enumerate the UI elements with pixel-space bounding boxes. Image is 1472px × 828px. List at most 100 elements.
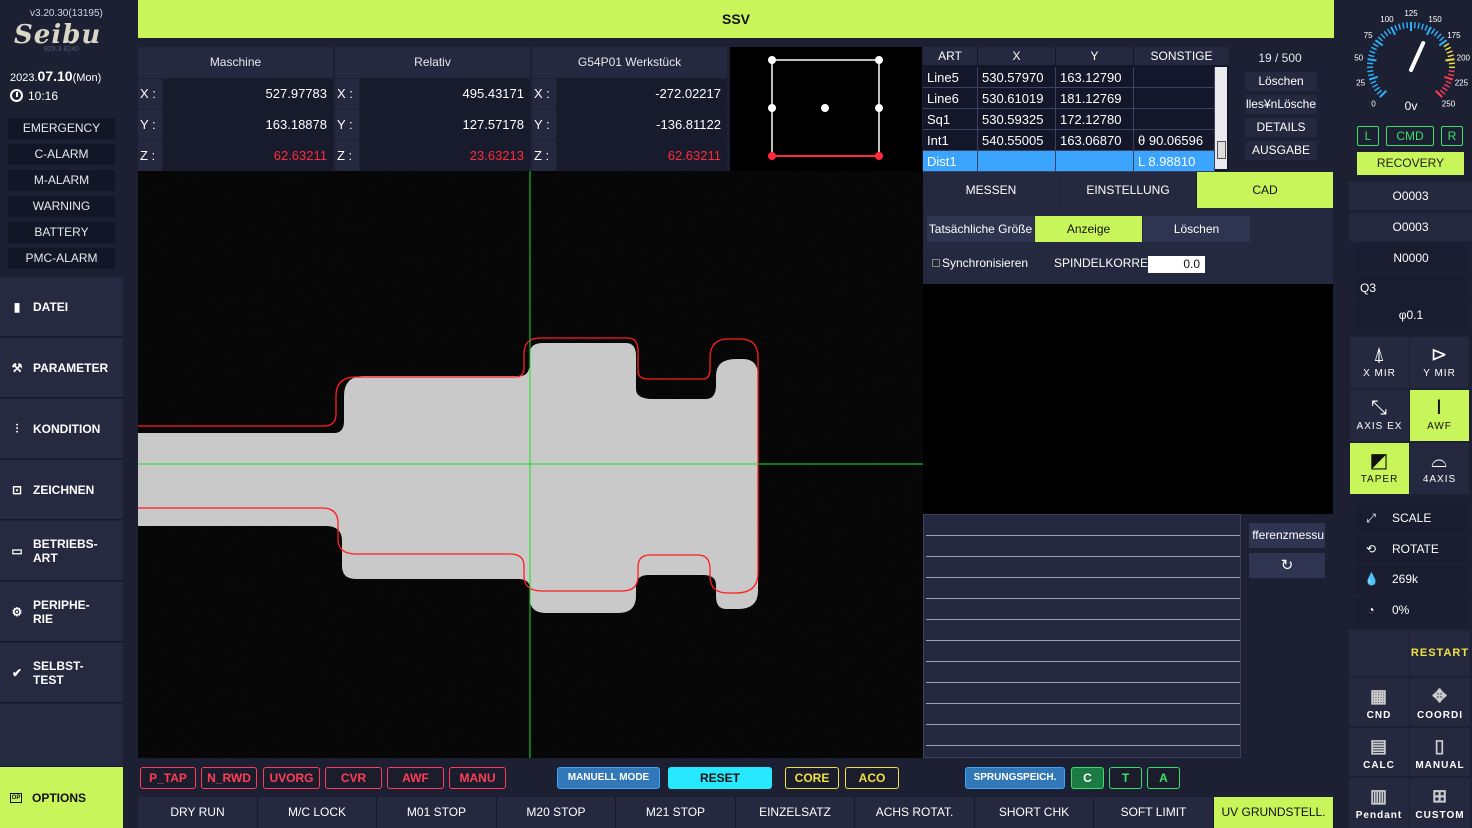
fkey-uv-grundstell[interactable]: UV GRUNDSTELL. [1214, 797, 1334, 828]
pill-t[interactable]: T [1109, 767, 1142, 789]
tab-cad[interactable]: CAD [1197, 172, 1333, 208]
fkey-mc-lock[interactable]: M/C LOCK [258, 797, 377, 828]
col-art: ART [923, 47, 977, 65]
maschine-x: 527.97783 [163, 79, 333, 109]
y-mirror-button[interactable]: ⊳ Y MIR [1410, 337, 1469, 388]
cmd-button[interactable]: CMD [1386, 126, 1434, 146]
camera-view[interactable] [138, 171, 923, 758]
pendant-icon: ▥ [1369, 786, 1388, 806]
table-scrollbar[interactable] [1215, 67, 1227, 169]
pill-manuell-mode[interactable]: MANUELL MODE [557, 767, 660, 789]
rotate-button[interactable]: ⟲ ROTATE [1356, 536, 1466, 563]
tab-einstellung[interactable]: EINSTELLUNG [1060, 172, 1196, 208]
cnd-button[interactable]: ▦ CND [1349, 678, 1409, 726]
fkey-einzelsatz[interactable]: EINZELSATZ [736, 797, 855, 828]
calc-button[interactable]: ▤ CALC [1349, 728, 1409, 776]
tab-messen[interactable]: MESSEN [923, 172, 1059, 208]
alarm-m[interactable]: M-ALARM [8, 170, 115, 191]
axis-exchange-button[interactable]: ⤡ AXIS EX [1350, 390, 1409, 441]
cad-delete-button[interactable]: Löschen [1143, 216, 1250, 242]
gauge-tick [1370, 46, 1377, 51]
output-button[interactable]: AUSGABE [1245, 141, 1317, 160]
handle-ml [768, 104, 776, 112]
coordi-button[interactable]: ✥ COORDI [1410, 678, 1470, 726]
alarm-pmc[interactable]: PMC-ALARM [8, 248, 115, 269]
gauge-tick [1398, 23, 1402, 30]
cad-view [923, 284, 1333, 514]
sync-checkbox[interactable]: Synchronisieren [932, 256, 1028, 270]
show-button[interactable]: Anzeige [1035, 216, 1142, 242]
fkey-short-chk[interactable]: SHORT CHK [975, 797, 1094, 828]
restart-button[interactable]: RESTART [1410, 630, 1470, 676]
refresh-icon: ↻ [1280, 557, 1294, 574]
werkstueck-y: -136.81122 [557, 110, 727, 140]
nav-parameter[interactable]: ⚒ PARAMETER [0, 338, 123, 398]
alarm-emergency[interactable]: EMERGENCY [8, 118, 115, 139]
r-button[interactable]: R [1441, 126, 1463, 146]
gauge-tick [1383, 30, 1389, 37]
pill-p-tap[interactable]: P_TAP [140, 767, 196, 789]
alarm-warning[interactable]: WARNING [8, 196, 115, 217]
table-row[interactable]: Sq1 530.59325 172.12780 [923, 109, 1215, 130]
nav-peripherie[interactable]: ⚙ PERIPHE- RIE [0, 582, 123, 642]
fkey-achs-rotat[interactable]: ACHS ROTAT. [855, 797, 975, 828]
relativ-x: 495.43171 [360, 79, 530, 109]
nav-betriebsart[interactable]: ▭ BETRIEBS- ART [0, 521, 123, 581]
nav-datei[interactable]: ▮ DATEI [0, 277, 123, 337]
diff-measure-button[interactable]: fferenzmessu [1249, 523, 1325, 548]
taper-button[interactable]: ◩ TAPER [1350, 443, 1409, 494]
gauge-tick [1368, 75, 1379, 81]
alarm-battery[interactable]: BATTERY [8, 222, 115, 243]
selection-preview[interactable] [730, 47, 922, 171]
fkey-m21-stop[interactable]: M21 STOP [616, 797, 736, 828]
version-label: v3.20.30(13195) [30, 8, 103, 19]
custom-button[interactable]: ⊞ CUSTOM [1410, 778, 1470, 828]
x-mirror-icon: ⍋ [1373, 344, 1386, 366]
nav-selbsttest[interactable]: ✔ SELBST- TEST [0, 643, 123, 703]
pill-n-rwd[interactable]: N_RWD [201, 767, 257, 789]
pill-cvr[interactable]: CVR [325, 767, 382, 789]
delete-all-button[interactable]: lles¥nLösche [1245, 95, 1317, 114]
scale-button[interactable]: ⤢ SCALE [1356, 505, 1466, 532]
fkey-m01-stop[interactable]: M01 STOP [377, 797, 497, 828]
pill-a[interactable]: A [1147, 767, 1180, 789]
axis-label-y: Y : [335, 110, 359, 140]
options-button[interactable]: OP OPTIONS [0, 767, 123, 828]
table-row[interactable]: Line5 530.57970 163.12790 [923, 67, 1215, 88]
gauge-tick [1417, 22, 1420, 29]
details-button[interactable]: DETAILS [1245, 118, 1317, 137]
pill-awf[interactable]: AWF [387, 767, 444, 789]
l-button[interactable]: L [1357, 126, 1379, 146]
refresh-button[interactable]: ↻ [1249, 553, 1325, 578]
actual-size-button[interactable]: Tatsächliche Größe [927, 216, 1034, 242]
gauge-tick-label: 75 [1364, 31, 1373, 40]
gauge-tick [1447, 54, 1454, 58]
spindel-input[interactable]: 0.0 [1148, 256, 1205, 273]
delete-button[interactable]: Löschen [1245, 72, 1317, 91]
measure-count: 19 / 500 [1258, 51, 1302, 65]
pill-core[interactable]: CORE [785, 767, 839, 789]
pill-uvorg[interactable]: UVORG [263, 767, 320, 789]
table-row-selected[interactable]: Dist1 L 8.98810 [923, 151, 1215, 172]
pill-reset[interactable]: RESET [668, 767, 772, 789]
4axis-button[interactable]: ⌓ 4AXIS [1410, 443, 1469, 494]
fkey-m20-stop[interactable]: M20 STOP [497, 797, 616, 828]
manual-button[interactable]: ▯ MANUAL [1410, 728, 1470, 776]
recovery-button[interactable]: RECOVERY [1357, 152, 1464, 175]
pill-aco[interactable]: ACO [845, 767, 899, 789]
fkey-dry-run[interactable]: DRY RUN [138, 797, 258, 828]
gauge-value: 0v [1405, 99, 1418, 113]
x-mirror-button[interactable]: ⍋ X MIR [1350, 337, 1409, 388]
pill-sprungspeich[interactable]: SPRUNGSPEICH. [965, 767, 1065, 789]
alarm-c[interactable]: C-ALARM [8, 144, 115, 165]
table-row[interactable]: Int1 540.55005 163.06870 θ 90.06596 [923, 130, 1215, 151]
alarm-reset-button[interactable] [1349, 630, 1409, 676]
nav-kondition[interactable]: ⫶ KONDITION [0, 399, 123, 459]
pill-c[interactable]: C [1071, 767, 1104, 789]
nav-zeichnen[interactable]: ⊡ ZEICHNEN [0, 460, 123, 520]
table-row[interactable]: Line6 530.61019 181.12769 [923, 88, 1215, 109]
awf-button[interactable]: Ⅰ AWF [1410, 390, 1469, 441]
pill-manu[interactable]: MANU [449, 767, 506, 789]
fkey-soft-limit[interactable]: SOFT LIMIT [1094, 797, 1214, 828]
pendant-button[interactable]: ▥ Pendant [1349, 778, 1409, 828]
